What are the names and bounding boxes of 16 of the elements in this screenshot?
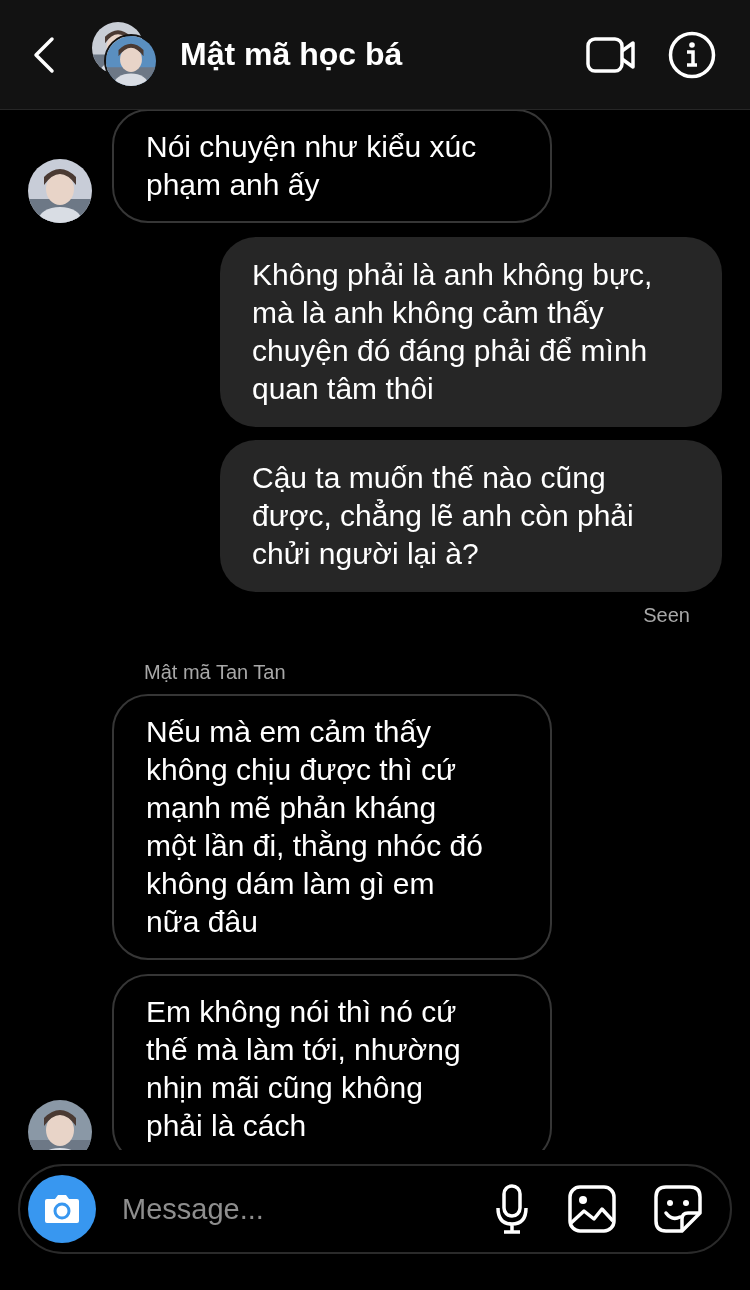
camera-icon [43, 1193, 81, 1225]
info-icon[interactable] [668, 30, 716, 79]
message-bubble: Nếu mà em cảm thấy không chịu được thì cứ mạnh mẽ phản kháng một lần đi, thằng nhóc đó không dám làm gì em nữa đâu [112, 694, 552, 960]
message-bubble: Em không nói thì nó cứ thế mà làm tới, nhường nhịn mãi cũng không phải là cách [112, 974, 552, 1150]
video-call-icon[interactable] [586, 35, 636, 74]
camera-button[interactable] [28, 1175, 96, 1243]
message-bubble: Nói chuyện như kiểu xúc phạm anh ấy [112, 110, 552, 223]
gallery-icon[interactable] [568, 1185, 616, 1233]
message-bubble: Không phải là anh không bực, mà là anh không cảm thấy chuyện đó đáng phải để mình quan tâm thôi [220, 237, 722, 427]
seen-status: Seen [642, 604, 691, 627]
message-input[interactable]: Message... [120, 1191, 470, 1227]
message-bubble: Cậu ta muốn thế nào cũng được, chẳng lẽ anh còn phải chửi người lại à? [220, 440, 722, 592]
chat-title: Mật mã học bá [180, 36, 404, 73]
microphone-icon[interactable] [494, 1184, 530, 1234]
sender-name: Mật mã Tan Tan [144, 661, 287, 684]
sticker-icon[interactable] [654, 1185, 702, 1233]
